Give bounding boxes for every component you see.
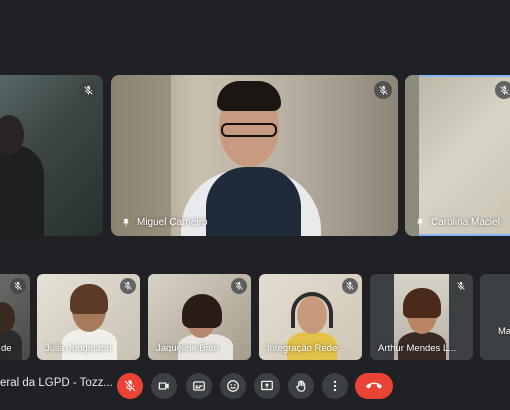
mic-toggle-button[interactable] xyxy=(117,373,143,399)
raise-hand-icon xyxy=(294,379,308,393)
emoji-icon xyxy=(226,379,240,393)
mic-off-icon xyxy=(374,81,392,99)
mic-off-icon xyxy=(495,81,510,99)
mic-off-icon xyxy=(120,278,136,294)
participant-tile-strip-5[interactable]: Ma xyxy=(480,274,510,360)
mic-off-icon xyxy=(123,379,137,393)
participant-name-label: Julia Jungmann xyxy=(45,343,112,354)
raise-hand-button[interactable] xyxy=(288,373,314,399)
participant-video xyxy=(111,75,398,236)
participant-name-label: Jaqueline Brito xyxy=(156,343,219,354)
more-options-button[interactable] xyxy=(322,373,348,399)
participant-name-label: Arthur Mendes L... xyxy=(378,343,457,354)
mic-off-icon xyxy=(342,278,358,294)
participant-tile-miguel[interactable]: Miguel Carneiro xyxy=(111,75,398,236)
participant-name-label: de xyxy=(1,343,12,354)
participant-name-label: Ma xyxy=(498,326,510,337)
present-screen-icon xyxy=(260,379,274,393)
mic-off-icon xyxy=(453,278,469,294)
mic-off-icon xyxy=(10,278,26,294)
meeting-title: eral da LGPD - Tozz... xyxy=(0,377,113,389)
participant-tile-integracao[interactable]: Integração Rede ... xyxy=(259,274,362,360)
participant-tile-jaqueline[interactable]: Jaqueline Brito xyxy=(148,274,251,360)
more-options-icon xyxy=(328,379,342,393)
participant-name-label: Carolina Maciel xyxy=(431,217,500,228)
participant-tile-carolina[interactable]: Carolina Maciel xyxy=(405,75,510,236)
captions-icon xyxy=(192,379,206,393)
participant-tile-strip-0[interactable]: de xyxy=(0,274,30,360)
camera-icon xyxy=(157,379,171,393)
captions-button[interactable] xyxy=(186,373,212,399)
participant-name: Carolina Maciel xyxy=(415,217,500,228)
participant-tile-left[interactable] xyxy=(0,75,103,236)
mic-off-icon xyxy=(79,81,97,99)
present-screen-button[interactable] xyxy=(254,373,280,399)
participant-tile-arthur[interactable]: Arthur Mendes L... xyxy=(370,274,473,360)
participant-tile-julia[interactable]: Julia Jungmann xyxy=(37,274,140,360)
participant-video xyxy=(0,75,103,236)
leave-call-button[interactable] xyxy=(355,373,393,399)
participant-name-label: Miguel Carneiro xyxy=(137,217,208,228)
participant-name-label: Integração Rede ... xyxy=(267,343,348,354)
pin-icon xyxy=(121,218,131,228)
leave-call-icon xyxy=(366,378,382,394)
participant-name: Miguel Carneiro xyxy=(121,217,208,228)
participant-video xyxy=(405,75,510,236)
camera-toggle-button[interactable] xyxy=(151,373,177,399)
mic-off-icon xyxy=(231,278,247,294)
pin-icon xyxy=(415,218,425,228)
emoji-reactions-button[interactable] xyxy=(220,373,246,399)
meet-call-window: Miguel Carneiro Carolina Maciel de Julia… xyxy=(0,0,510,410)
